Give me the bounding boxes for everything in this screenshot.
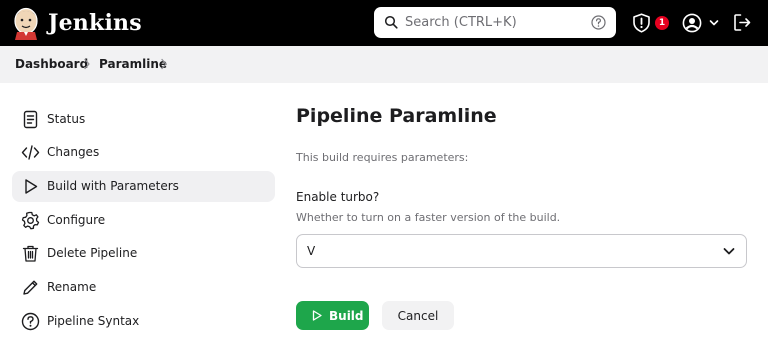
security-badge: 1 [655,16,669,30]
question-icon [21,312,40,331]
breadcrumb-paramline[interactable]: Paramline [99,57,167,71]
build-button[interactable]: Build [296,301,369,330]
sidebar-item-label: Delete Pipeline [47,246,138,260]
security-alerts-button[interactable]: 1 [632,12,672,34]
trash-icon [22,245,39,262]
sidebar-item-build-with-parameters[interactable]: Build with Parameters [12,171,275,202]
top-header: Jenkins 1 [0,0,768,46]
sidebar-item-pipeline-syntax[interactable]: Pipeline Syntax [12,306,275,337]
help-icon[interactable] [591,15,606,30]
chevron-down-icon [723,248,735,255]
document-icon [23,110,38,129]
play-icon [312,310,322,321]
sidebar-item-label: Changes [47,145,100,159]
search-input[interactable] [405,7,585,38]
code-icon [21,145,40,160]
chevron-down-icon [709,20,719,26]
sidebar-item-configure[interactable]: Configure [12,205,275,236]
sidebar-item-rename[interactable]: Rename [12,272,275,303]
cancel-button[interactable]: Cancel [382,301,454,330]
app-name: Jenkins [48,10,142,36]
sidebar-item-label: Status [47,112,86,126]
logout-icon[interactable] [733,13,752,32]
sidebar-item-label: Rename [47,280,97,294]
cancel-button-label: Cancel [397,309,439,323]
enable-turbo-select[interactable]: V [296,234,747,268]
pencil-icon [23,280,38,295]
sidebar-item-label: Pipeline Syntax [47,314,140,328]
gear-icon [21,211,40,230]
play-icon [25,179,38,194]
sidebar-item-label: Build with Parameters [47,179,179,193]
chevron-right-icon [84,58,90,70]
sidebar-item-delete-pipeline[interactable]: Delete Pipeline [12,238,275,269]
parameter-description: Whether to turn on a faster version of t… [296,211,561,224]
requires-parameters-text: This build requires parameters: [296,151,469,164]
parameter-name: Enable turbo? [296,190,380,204]
user-menu-button[interactable] [682,12,722,34]
sidebar-item-changes[interactable]: Changes [12,137,275,168]
jenkins-home-link[interactable]: Jenkins [12,6,142,40]
build-button-label: Build [329,309,364,323]
user-icon [682,13,702,33]
sidebar-item-label: Configure [47,213,106,227]
chevron-right-icon[interactable] [160,58,168,70]
jenkins-logo-icon [14,7,38,40]
breadcrumb-dashboard[interactable]: Dashboard [15,57,88,71]
shield-alert-icon [633,13,650,33]
breadcrumb: Dashboard Paramline [0,46,768,83]
select-value: V [307,244,316,258]
search-icon [384,15,398,29]
sidebar-item-status[interactable]: Status [12,104,275,135]
search-box[interactable] [374,7,616,38]
page-title: Pipeline Paramline [296,105,497,127]
